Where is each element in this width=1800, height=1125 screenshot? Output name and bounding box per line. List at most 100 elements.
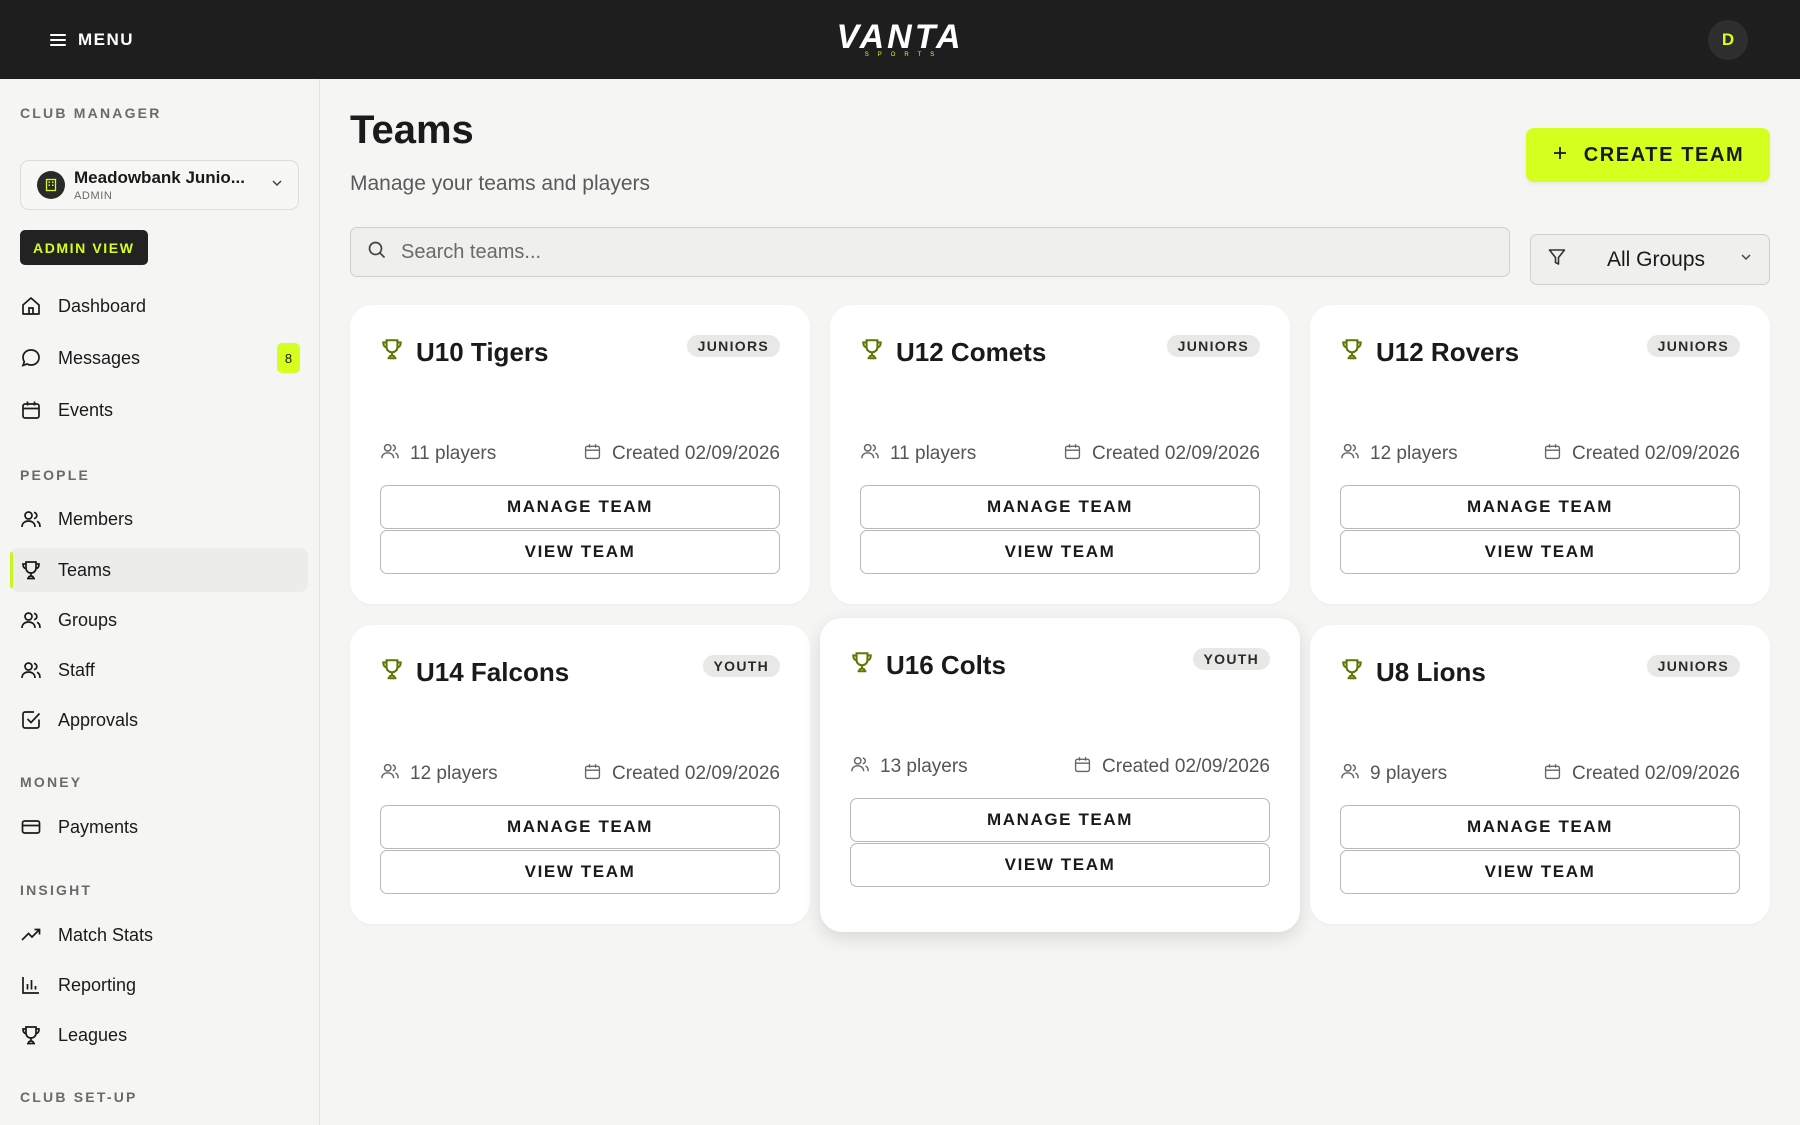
trophy-icon: [20, 1024, 42, 1046]
calendar-icon: [583, 762, 602, 787]
view-team-button[interactable]: VIEW TEAM: [860, 530, 1260, 574]
nav-item-match-stats[interactable]: Match Stats: [10, 913, 308, 957]
section-club-setup: CLUB SET-UP: [20, 1089, 138, 1105]
admin-view-badge[interactable]: ADMIN VIEW: [20, 230, 148, 265]
nav-label: Dashboard: [58, 295, 147, 316]
nav-label: Members: [58, 508, 134, 529]
section-money: MONEY: [20, 774, 83, 790]
team-name: U14 Falcons: [416, 657, 570, 687]
menu-button[interactable]: MENU: [50, 30, 134, 50]
team-card: U12 Comets JUNIORS 11 players Created 02…: [830, 305, 1290, 604]
chat-icon: [20, 347, 42, 369]
building-icon: [37, 171, 65, 199]
nav-item-members[interactable]: Members: [10, 497, 308, 541]
nav-item-reporting[interactable]: Reporting: [10, 963, 308, 1007]
view-team-button[interactable]: VIEW TEAM: [1340, 530, 1740, 574]
team-card: U12 Rovers JUNIORS 12 players Created 02…: [1310, 305, 1770, 604]
nav-label: Events: [58, 399, 114, 420]
nav-item-payments[interactable]: Payments: [10, 805, 308, 849]
nav-item-dashboard[interactable]: Dashboard: [10, 284, 308, 328]
nav-item-approvals[interactable]: Approvals: [10, 698, 308, 742]
manage-team-button[interactable]: MANAGE TEAM: [860, 485, 1260, 529]
plus-icon: [1552, 144, 1568, 167]
trophy-icon: [380, 337, 404, 368]
trophy-icon: [850, 650, 874, 681]
users-icon: [20, 508, 42, 530]
player-count: 11 players: [890, 443, 977, 464]
nav-item-messages[interactable]: Messages 8: [10, 336, 308, 380]
club-name: Meadowbank Junio...: [74, 168, 245, 187]
credit-card-icon: [20, 816, 42, 838]
users-icon: [380, 441, 400, 467]
group-tag: YOUTH: [1192, 648, 1270, 670]
section-people: PEOPLE: [20, 467, 90, 483]
player-count: 12 players: [410, 763, 498, 784]
brand-logo[interactable]: VANTA SPORTS: [836, 20, 963, 58]
manage-team-button[interactable]: MANAGE TEAM: [380, 805, 780, 849]
top-bar: MENU VANTA SPORTS D: [0, 0, 1800, 79]
team-name: U8 Lions: [1376, 657, 1486, 687]
team-card: U14 Falcons YOUTH 12 players Created 02/…: [350, 625, 810, 924]
nav-item-groups[interactable]: Groups: [10, 598, 308, 642]
nav-item-staff[interactable]: Staff: [10, 648, 308, 692]
users-icon: [20, 609, 42, 631]
manage-team-button[interactable]: MANAGE TEAM: [850, 798, 1270, 842]
created-date: Created 02/09/2026: [612, 763, 780, 784]
filter-icon: [1547, 247, 1567, 272]
group-filter-select[interactable]: All Groups: [1530, 234, 1770, 285]
nav-item-leagues[interactable]: Leagues: [10, 1013, 308, 1057]
player-count: 12 players: [1370, 443, 1458, 464]
search-icon: [367, 240, 387, 265]
view-team-button[interactable]: VIEW TEAM: [1340, 850, 1740, 894]
team-card: U10 Tigers JUNIORS 11 players Created 02…: [350, 305, 810, 604]
trophy-icon: [20, 559, 42, 581]
created-date: Created 02/09/2026: [1572, 443, 1740, 464]
page-subtitle: Manage your teams and players: [350, 172, 650, 195]
users-icon: [380, 761, 400, 787]
group-tag: JUNIORS: [1166, 335, 1260, 357]
section-club-manager: CLUB MANAGER: [20, 105, 162, 121]
created-date: Created 02/09/2026: [1102, 756, 1270, 777]
trophy-icon: [380, 657, 404, 688]
sidebar: CLUB MANAGER Meadowbank Junio... ADMIN A…: [0, 79, 320, 1125]
nav-label: Approvals: [58, 709, 139, 730]
calendar-icon: [1543, 762, 1562, 787]
player-count: 13 players: [880, 756, 968, 777]
page-title: Teams: [350, 108, 474, 152]
created-date: Created 02/09/2026: [1572, 763, 1740, 784]
group-tag: JUNIORS: [1646, 335, 1740, 357]
nav-item-events[interactable]: Events: [10, 388, 308, 432]
view-team-button[interactable]: VIEW TEAM: [850, 843, 1270, 887]
club-selector[interactable]: Meadowbank Junio... ADMIN: [20, 160, 299, 210]
calendar-icon: [1063, 442, 1082, 467]
nav-label: Teams: [58, 559, 112, 580]
manage-team-button[interactable]: MANAGE TEAM: [380, 485, 780, 529]
menu-label: MENU: [78, 29, 135, 49]
view-team-button[interactable]: VIEW TEAM: [380, 530, 780, 574]
group-tag: YOUTH: [702, 655, 780, 677]
home-icon: [20, 295, 42, 317]
check-square-icon: [20, 709, 42, 731]
trending-up-icon: [20, 924, 42, 946]
team-name: U12 Rovers: [1376, 337, 1520, 367]
nav-item-teams[interactable]: Teams: [10, 548, 308, 592]
nav-label: Payments: [58, 816, 139, 837]
manage-team-button[interactable]: MANAGE TEAM: [1340, 805, 1740, 849]
manage-team-button[interactable]: MANAGE TEAM: [1340, 485, 1740, 529]
calendar-icon: [20, 399, 42, 421]
user-avatar[interactable]: D: [1708, 19, 1748, 60]
trophy-icon: [860, 337, 884, 368]
filter-label: All Groups: [1607, 247, 1706, 271]
trophy-icon: [1340, 657, 1364, 688]
search-input[interactable]: [401, 240, 1481, 264]
section-insight: INSIGHT: [20, 882, 93, 898]
group-tag: JUNIORS: [686, 335, 780, 357]
team-card: U16 Colts YOUTH 13 players Created 02/09…: [820, 618, 1300, 932]
create-team-button[interactable]: CREATE TEAM: [1526, 128, 1770, 182]
team-name: U12 Comets: [896, 337, 1047, 367]
created-date: Created 02/09/2026: [612, 443, 780, 464]
search-bar: [350, 227, 1510, 277]
nav-label: Groups: [58, 609, 118, 630]
calendar-icon: [583, 442, 602, 467]
view-team-button[interactable]: VIEW TEAM: [380, 850, 780, 894]
